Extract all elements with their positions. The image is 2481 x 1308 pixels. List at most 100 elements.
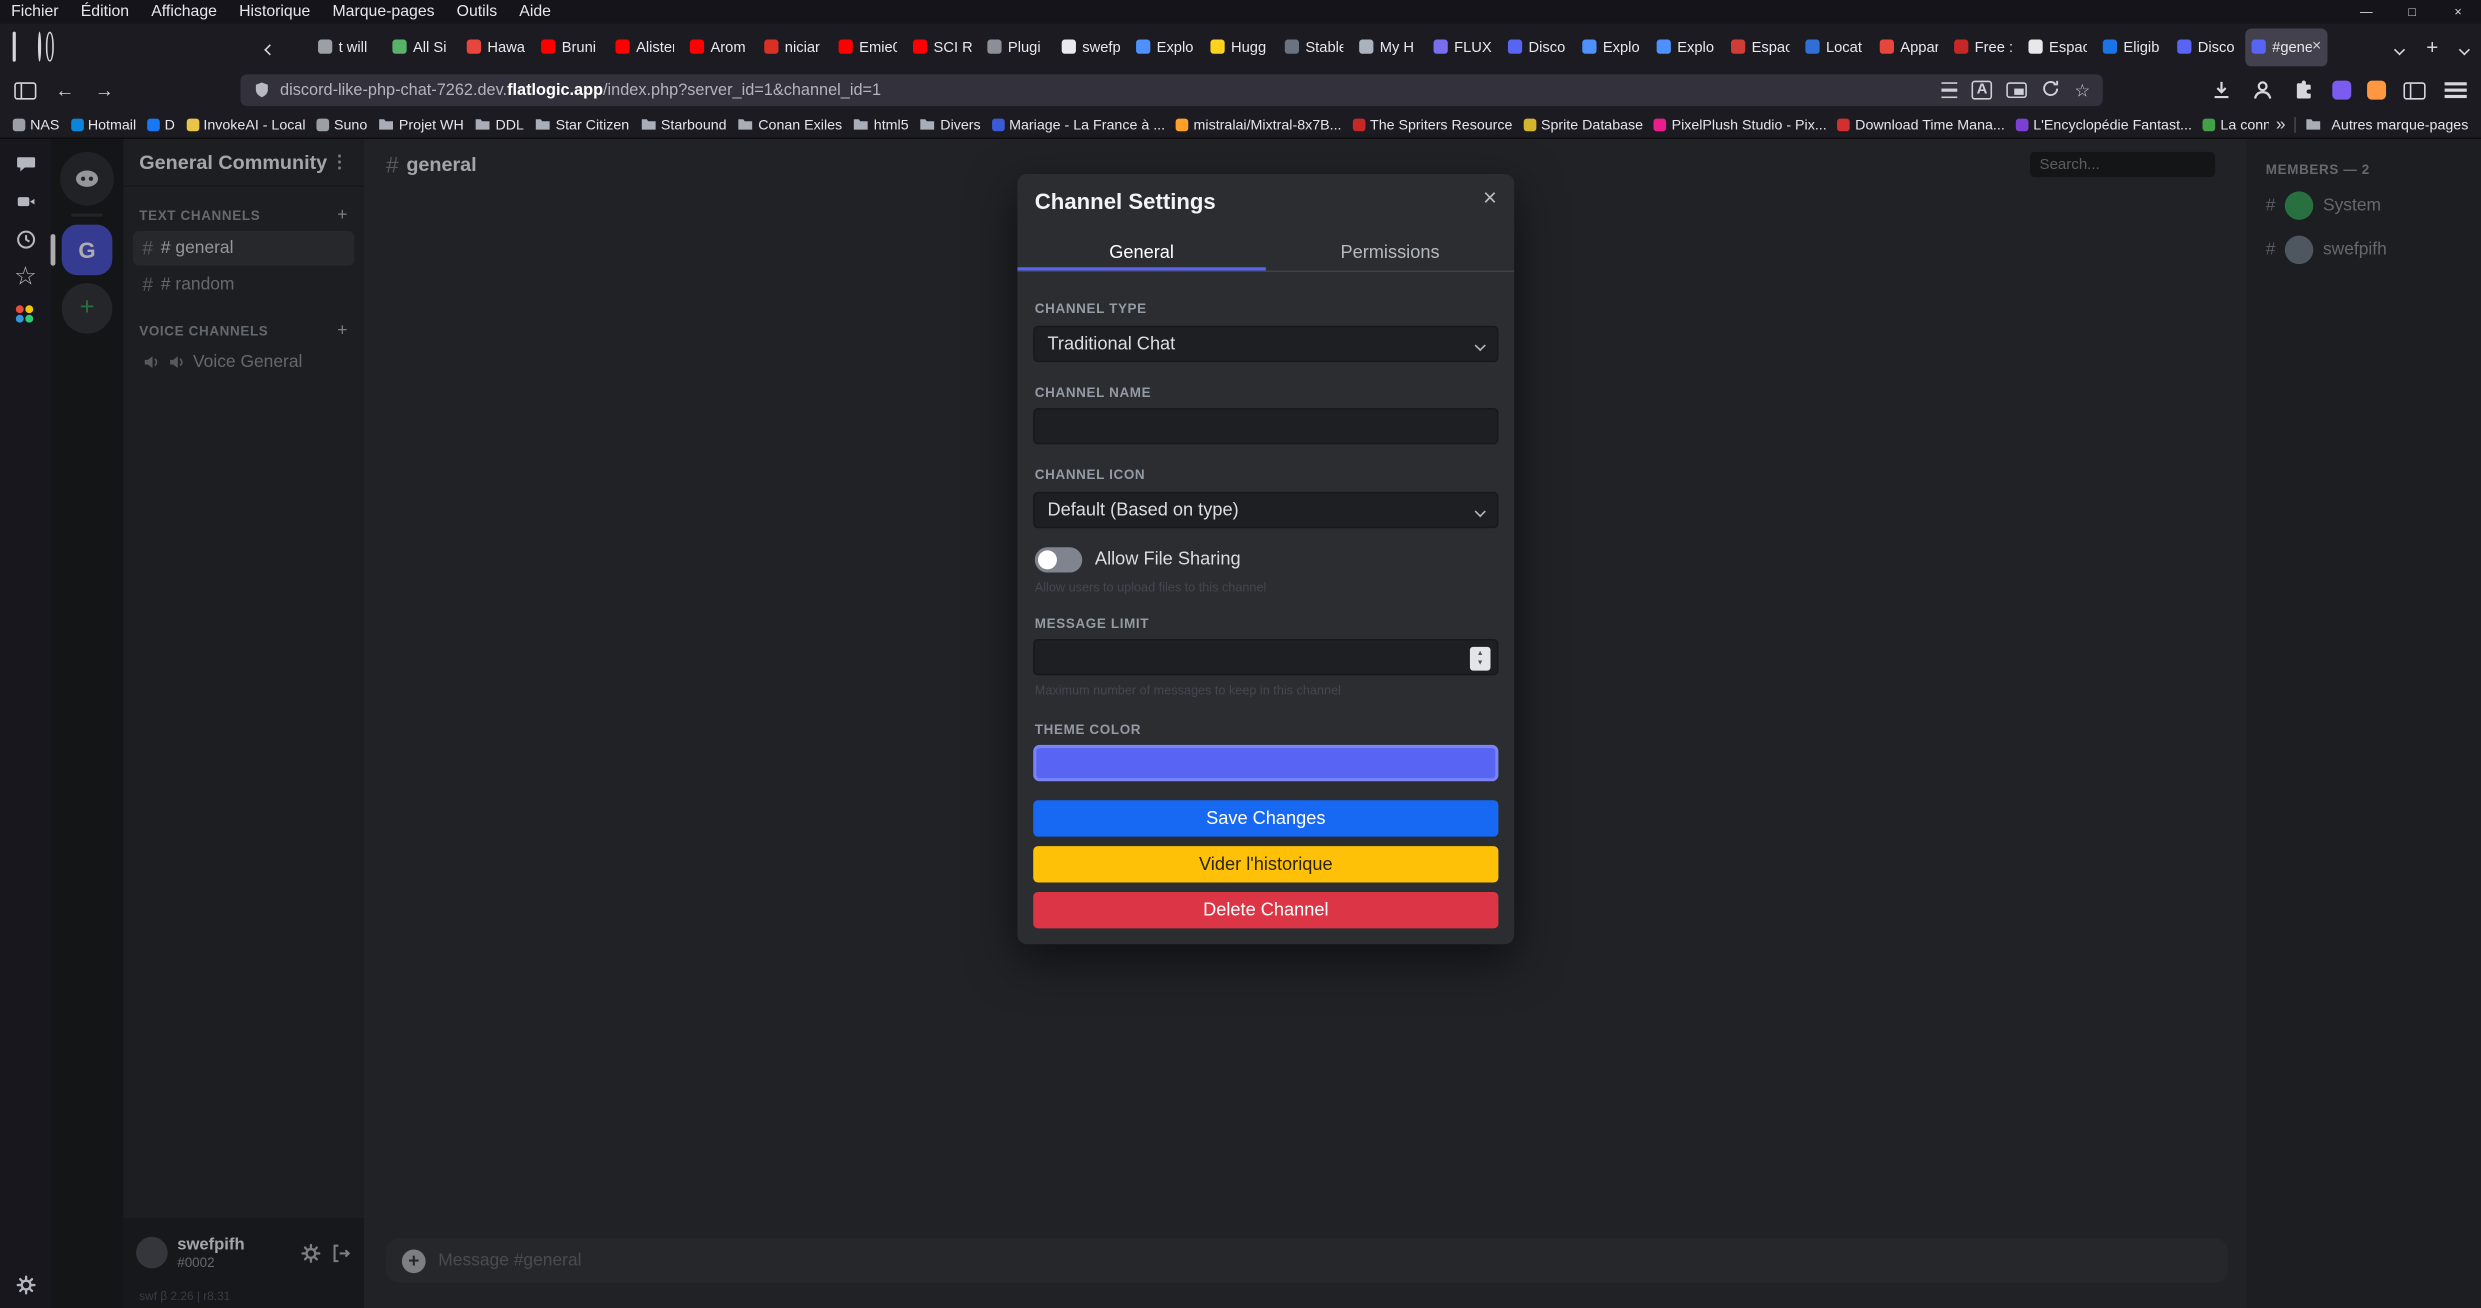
tracking-shield-icon[interactable]	[253, 81, 270, 100]
extension-badge-orange[interactable]	[2367, 81, 2386, 100]
delete-channel-button[interactable]: Delete Channel	[1033, 892, 1498, 928]
screenshot-camera-icon[interactable]	[14, 190, 36, 212]
browser-tab[interactable]: #gener ×	[2245, 28, 2327, 66]
browser-tab[interactable]: Disco ×	[2171, 28, 2242, 66]
refresh-icon[interactable]	[2041, 78, 2060, 102]
browser-tab[interactable]: SCI R ×	[907, 28, 978, 66]
browser-tab[interactable]: All Si ×	[386, 28, 457, 66]
spinner-up-icon[interactable]: ▲	[1477, 649, 1484, 658]
bookmark-item[interactable]: html5	[853, 116, 908, 132]
menu-item[interactable]: Marque-pages	[321, 3, 445, 20]
menu-item[interactable]: Édition	[70, 3, 141, 20]
browser-tab[interactable]: Hawa ×	[460, 28, 531, 66]
message-limit-input[interactable]	[1047, 648, 1484, 667]
scroll-tabs-right-icon[interactable]	[2396, 32, 2404, 60]
spinner-down-icon[interactable]: ▼	[1477, 658, 1484, 667]
sidebar-toggle-icon[interactable]	[13, 77, 38, 102]
channel-type-select[interactable]: Traditional Chat	[1033, 326, 1498, 362]
maximize-button[interactable]: □	[2389, 0, 2435, 24]
bookmark-item[interactable]: Projet WH	[378, 116, 463, 132]
bookmark-item[interactable]: Download Time Mana...	[1838, 116, 2005, 132]
bookmark-item[interactable]: The Spriters Resource	[1353, 116, 1513, 132]
number-spinner[interactable]: ▲▼	[1470, 646, 1491, 670]
bookmark-item[interactable]: La connexion Wifi et E...	[2203, 116, 2269, 132]
bookmark-item[interactable]: Mariage - La France à ...	[992, 116, 1165, 132]
tab-permissions[interactable]: Permissions	[1266, 237, 1514, 270]
bookmark-item[interactable]: NAS	[13, 116, 60, 132]
bookmark-item[interactable]: Star Citizen	[535, 116, 629, 132]
browser-tab[interactable]: Stable ×	[1278, 28, 1349, 66]
clear-history-button[interactable]: Vider l'historique	[1033, 846, 1498, 882]
browser-tab[interactable]: FLUX ×	[1427, 28, 1498, 66]
url-bar[interactable]: discord-like-php-chat-7262.dev.flatlogic…	[241, 74, 2103, 106]
menu-hamburger-icon[interactable]	[2443, 77, 2468, 102]
downloads-icon[interactable]	[2209, 77, 2234, 102]
menu-item[interactable]: Affichage	[140, 3, 228, 20]
other-bookmarks-button[interactable]: Autres marque-pages	[2331, 116, 2468, 132]
bookmark-item[interactable]: DDL	[475, 116, 524, 132]
bookmark-item[interactable]: Conan Exiles	[738, 116, 842, 132]
globe-pinned-tab-icon[interactable]	[38, 32, 41, 60]
save-changes-button[interactable]: Save Changes	[1033, 800, 1498, 836]
browser-tab[interactable]: Bruni ×	[535, 28, 606, 66]
browser-tab[interactable]: My H ×	[1353, 28, 1424, 66]
browser-tab[interactable]: Locat ×	[1799, 28, 1870, 66]
chatbot-icon[interactable]	[14, 152, 36, 174]
browser-tab[interactable]: Explo ×	[1650, 28, 1721, 66]
browser-tab[interactable]: swefp ×	[1055, 28, 1126, 66]
browser-tab[interactable]: Hugg ×	[1204, 28, 1275, 66]
menu-item[interactable]: Outils	[446, 3, 509, 20]
menu-item[interactable]: Aide	[508, 3, 562, 20]
channel-icon-select[interactable]: Default (Based on type)	[1033, 492, 1498, 528]
firefox-view-icon[interactable]	[13, 32, 16, 60]
account-icon[interactable]	[2250, 77, 2275, 102]
modal-close-icon[interactable]: ×	[1483, 185, 1497, 212]
tab-close-icon[interactable]: ×	[2312, 38, 2321, 55]
bookmark-item[interactable]: mistralai/Mixtral-8x7B...	[1176, 116, 1341, 132]
bookmark-item[interactable]: Sprite Database	[1524, 116, 1644, 132]
bookmarks-star-icon[interactable]: ☆	[14, 266, 36, 288]
palette-extension-icon[interactable]	[14, 304, 36, 326]
minimize-button[interactable]: —	[2343, 0, 2389, 24]
menu-item[interactable]: Historique	[228, 3, 321, 20]
browser-tab[interactable]: Explo ×	[1576, 28, 1647, 66]
browser-tab[interactable]: Plugi ×	[981, 28, 1052, 66]
translate-icon[interactable]: A	[1972, 81, 1992, 100]
browser-tab[interactable]: Arom ×	[684, 28, 755, 66]
new-tab-button[interactable]: +	[2426, 36, 2438, 57]
channel-name-input[interactable]	[1047, 417, 1484, 436]
list-all-tabs-icon[interactable]	[2460, 32, 2468, 60]
bookmark-item[interactable]: Divers	[920, 116, 981, 132]
bookmark-item[interactable]: PixelPlush Studio - Pix...	[1654, 116, 1827, 132]
bookmarks-more-icon[interactable]: »	[2276, 115, 2286, 134]
extensions-puzzle-icon[interactable]	[2291, 77, 2316, 102]
bookmark-item[interactable]: Suno	[317, 116, 368, 132]
browser-tab[interactable]: Espace cli ×	[1725, 28, 1796, 66]
back-button[interactable]: ←	[52, 77, 77, 102]
browser-tab[interactable]: Explo ×	[1130, 28, 1201, 66]
browser-tab[interactable]: Emie0 ×	[832, 28, 903, 66]
forward-button[interactable]: →	[92, 77, 117, 102]
close-window-button[interactable]: ×	[2435, 0, 2481, 24]
history-clock-icon[interactable]	[14, 228, 36, 250]
browser-tab[interactable]: Appar ×	[1873, 28, 1944, 66]
extension-badge-purple[interactable]	[2332, 81, 2351, 100]
bookmark-item[interactable]: D	[147, 116, 175, 132]
reader-mode-icon[interactable]	[1942, 82, 1958, 98]
bookmark-item[interactable]: L'Encyclopédie Fantast...	[2016, 116, 2192, 132]
browser-tab[interactable]: Free : ×	[1948, 28, 2019, 66]
tab-general[interactable]: General	[1017, 237, 1265, 270]
browser-tab[interactable]: Eligib ×	[2097, 28, 2168, 66]
scroll-tabs-left-icon[interactable]	[266, 32, 274, 60]
theme-color-input[interactable]	[1033, 745, 1498, 781]
browser-tab[interactable]: niciar ×	[758, 28, 829, 66]
bookmark-item[interactable]: InvokeAI - Local	[186, 116, 306, 132]
sidebar-settings-gear-icon[interactable]	[14, 1273, 36, 1295]
browser-tab[interactable]: t will ×	[312, 28, 383, 66]
bookmark-item[interactable]: Hotmail	[70, 116, 136, 132]
picture-in-picture-icon[interactable]	[2007, 82, 2028, 98]
browser-tab[interactable]: Espace ab ×	[2022, 28, 2093, 66]
file-sharing-toggle[interactable]	[1035, 547, 1082, 572]
browser-tab[interactable]: Alister ×	[609, 28, 680, 66]
menu-item[interactable]: Fichier	[0, 3, 70, 20]
